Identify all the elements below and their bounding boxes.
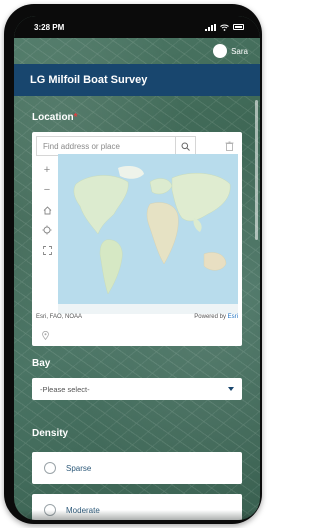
fullscreen-button[interactable] (38, 242, 56, 258)
radio-button[interactable] (44, 462, 56, 474)
status-bar: 3:28 PM (14, 16, 260, 38)
avatar[interactable] (213, 44, 228, 58)
trash-icon (225, 141, 233, 151)
home-button[interactable] (38, 202, 56, 218)
phone-frame: 3:28 PM Sara LG Milfoil Boat Survey Loca… (4, 4, 262, 524)
density-label: Density (32, 428, 69, 439)
user-name[interactable]: Sara (231, 47, 248, 56)
status-time: 3:28 PM (34, 22, 65, 32)
search-icon (181, 142, 190, 151)
search-button[interactable] (175, 137, 195, 155)
zoom-in-button[interactable]: + (38, 162, 56, 178)
search-input[interactable]: Find address or place (37, 142, 175, 151)
zoom-out-button[interactable]: − (38, 182, 56, 198)
scrollbar[interactable] (255, 100, 258, 240)
bottom-fade (14, 510, 260, 520)
status-icons (205, 23, 244, 31)
zoom-in-icon: + (43, 164, 51, 176)
esri-link[interactable]: Esri (228, 314, 238, 320)
location-pin-row (38, 328, 52, 342)
radio-label: Sparse (66, 463, 92, 473)
map-pin-icon (41, 330, 49, 340)
required-marker: * (73, 112, 78, 123)
clear-location-button[interactable] (222, 138, 236, 154)
home-icon (43, 205, 51, 214)
battery-icon (233, 24, 244, 30)
wifi-icon (220, 24, 229, 31)
zoom-out-icon: − (43, 184, 51, 196)
bay-select-value: -Please select- (40, 384, 90, 394)
attribution-powered: Powered by Esri (194, 314, 238, 324)
bay-select[interactable]: -Please select- (32, 378, 242, 400)
map-attribution: Esri, FAO, NOAA Powered by Esri (36, 314, 238, 324)
location-label-text: Location (32, 112, 74, 123)
location-map-widget: Find address or place + − Esri, FAO, NOA… (32, 132, 242, 346)
attribution-prefix: Powered by (194, 314, 228, 320)
signal-icon (205, 23, 216, 31)
locate-icon (42, 225, 52, 235)
map-toolbar: + − (38, 162, 56, 258)
chevron-down-icon (228, 387, 234, 391)
locate-button[interactable] (38, 222, 56, 238)
app-header: LG Milfoil Boat Survey (14, 64, 260, 96)
attribution-sources: Esri, FAO, NOAA (36, 314, 83, 320)
world-map[interactable] (58, 154, 238, 314)
fullscreen-icon (42, 245, 52, 255)
location-label: Location* (32, 112, 78, 123)
density-option-sparse[interactable]: Sparse (32, 452, 242, 484)
bay-label: Bay (32, 358, 51, 369)
app-screen: 3:28 PM Sara LG Milfoil Boat Survey Loca… (14, 16, 260, 520)
map-search-box[interactable]: Find address or place (36, 136, 196, 156)
page-title: LG Milfoil Boat Survey (30, 74, 148, 86)
user-menu[interactable]: Sara (14, 38, 260, 64)
